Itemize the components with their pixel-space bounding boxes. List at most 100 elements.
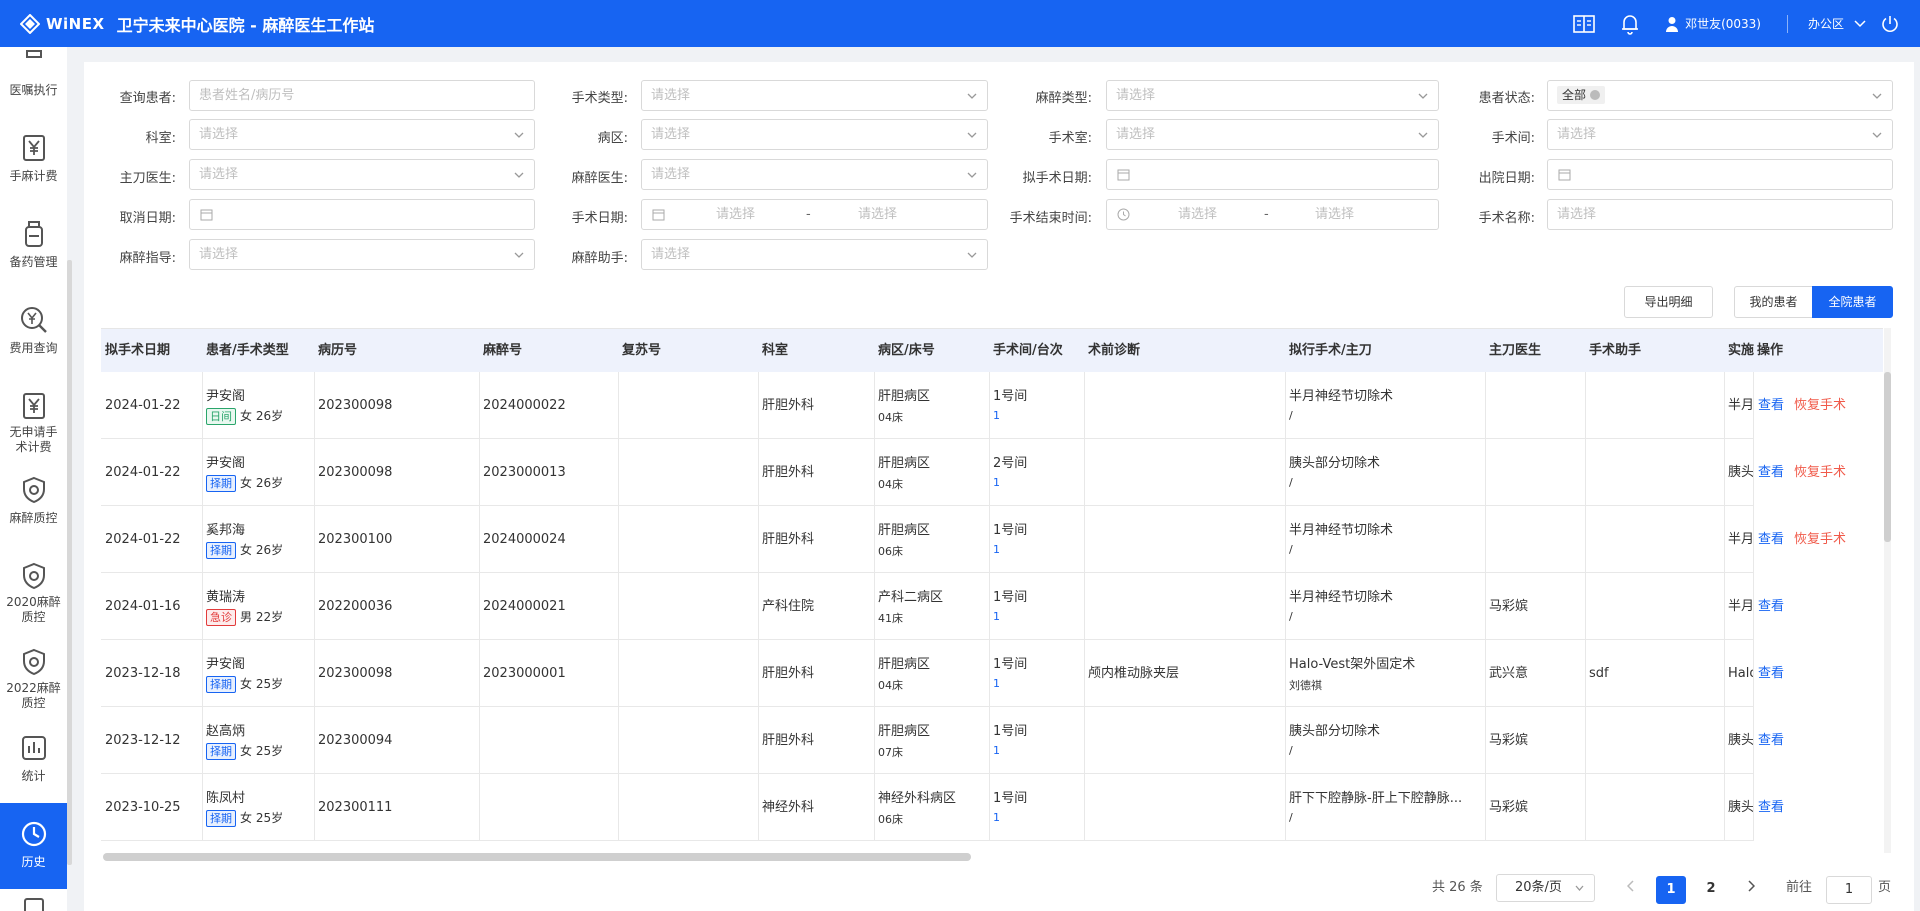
table-row[interactable]: 2024-01-22 尹安阁 日间女 26岁 202300098 2024000022 肝… — [101, 372, 1883, 439]
surgery-end-time-range[interactable]: 请选择 - 请选择 — [1106, 199, 1439, 230]
chevron-down-icon[interactable] — [1854, 19, 1866, 28]
ward: 肝胆病区 — [878, 657, 931, 672]
restore-surgery-link[interactable]: 恢复手术 — [1794, 465, 1846, 480]
anesthesia-guide-select[interactable]: 请选择 — [189, 239, 535, 270]
anesthesia-assistant-select[interactable]: 请选择 — [641, 239, 988, 270]
cancel-date-picker[interactable] — [189, 199, 535, 230]
cell-dept: 肝胆外科 — [758, 506, 874, 573]
export-button[interactable]: 导出明细 — [1624, 286, 1713, 318]
sidebar-item-anes-qc-2022[interactable]: 2022麻醉质控 — [0, 631, 67, 717]
all-patients-button[interactable]: 全院患者 — [1812, 286, 1893, 318]
next-page-button[interactable] — [1737, 876, 1765, 904]
office-selector[interactable]: 办公区 — [1808, 15, 1844, 32]
restore-surgery-link[interactable]: 恢复手术 — [1794, 532, 1846, 547]
table-vscroll-thumb[interactable] — [1884, 372, 1891, 542]
cell-patient: 奚邦海 择期女 26岁 — [202, 506, 314, 573]
sidebar-item-anes-qc[interactable]: 麻醉质控 — [0, 459, 67, 545]
view-link[interactable]: 查看 — [1758, 599, 1784, 614]
planned-date-picker[interactable] — [1106, 159, 1439, 190]
anesthesiologist-select[interactable]: 请选择 — [641, 159, 988, 190]
col-ward-bed[interactable]: 病区/床号 — [874, 329, 989, 372]
sidebar-item-fee-query[interactable]: 费用查询 — [0, 289, 67, 375]
query-patient-input[interactable]: 患者姓名/病历号 — [189, 80, 535, 111]
tag-close-icon[interactable] — [1590, 90, 1601, 100]
chief-surgeon-select[interactable]: 请选择 — [189, 159, 535, 190]
table-row[interactable]: 2023-12-18 尹安阁 择期女 25岁 202300098 2023000001 肝… — [101, 640, 1883, 707]
anesthesia-type-placeholder: 请选择 — [1116, 88, 1156, 103]
page-1-button[interactable]: 1 — [1656, 876, 1686, 904]
cell-anes: 2024000024 — [479, 506, 618, 573]
col-recovery-no[interactable]: 复苏号 — [618, 329, 758, 372]
range-end[interactable]: 请选择 — [858, 200, 897, 229]
my-patients-button[interactable]: 我的患者 — [1734, 286, 1813, 318]
table-row[interactable]: 2024-01-16 黄瑞涛 急诊男 22岁 202200036 2024000021 产… — [101, 573, 1883, 640]
chevron-down-icon — [1872, 93, 1882, 99]
book-icon[interactable] — [1573, 13, 1595, 35]
surgery-name-input[interactable]: 请选择 — [1547, 199, 1893, 230]
view-link[interactable]: 查看 — [1758, 532, 1784, 547]
page-size-value: 20条/页 — [1515, 880, 1562, 895]
col-patient-type[interactable]: 患者/手术类型 — [202, 329, 314, 372]
cell-operation: 肝下下腔静脉-肝上下腔静脉... / — [1285, 774, 1485, 841]
cell-date: 2024-01-22 — [101, 439, 202, 506]
view-link[interactable]: 查看 — [1758, 666, 1784, 681]
user-menu[interactable]: 邓世友(0033) — [1665, 15, 1761, 32]
table-row[interactable]: 2024-01-22 尹安阁 择期女 26岁 202300098 2023000013 肝… — [101, 439, 1883, 506]
table-row[interactable]: 2024-01-22 奚邦海 择期女 26岁 202300100 2024000024 肝… — [101, 506, 1883, 573]
anesthesia-type-select[interactable]: 请选择 — [1106, 80, 1439, 111]
range-start[interactable]: 请选择 — [716, 200, 755, 229]
col-department[interactable]: 科室 — [758, 329, 874, 372]
anesthesia-guide-placeholder: 请选择 — [199, 247, 239, 262]
page-2-button[interactable]: 2 — [1696, 876, 1726, 904]
view-link[interactable]: 查看 — [1758, 733, 1784, 748]
col-mrn[interactable]: 病历号 — [314, 329, 479, 372]
top-bar: WiNEX 卫宁未来中心医院 - 麻醉医生工作站 邓世友(0033) 办公区 — [0, 0, 1920, 47]
view-link[interactable]: 查看 — [1758, 465, 1784, 480]
discharge-date-picker[interactable] — [1547, 159, 1893, 190]
sidebar-item-medicine[interactable]: 备药管理 — [0, 203, 67, 289]
ward-select[interactable]: 请选择 — [641, 119, 988, 150]
anesthesia-no: 2024000022 — [483, 398, 566, 413]
surgery-room-select[interactable]: 请选择 — [1547, 119, 1893, 150]
surgery-date-range[interactable]: 请选择 - 请选择 — [641, 199, 988, 230]
cell-patient: 黄瑞涛 急诊男 22岁 — [202, 573, 314, 640]
col-planned-date[interactable]: 拟手术日期 — [101, 329, 202, 372]
sidebar-item-order-exec[interactable]: 医嘱执行 — [0, 47, 67, 127]
col-surgeon[interactable]: 主刀医生 — [1485, 329, 1585, 372]
patient-status-select[interactable]: 全部 — [1547, 80, 1893, 111]
goto-page-input[interactable]: 1 — [1826, 876, 1872, 904]
range-start[interactable]: 请选择 — [1178, 200, 1217, 229]
col-room-seq[interactable]: 手术间/台次 — [989, 329, 1084, 372]
table-row[interactable]: 2023-12-12 赵高炳 择期女 25岁 202300094 肝胆外科 肝胆病区 07床… — [101, 707, 1883, 774]
sidebar-item-billing[interactable]: 手麻计费 — [0, 117, 67, 203]
table-row[interactable]: 2023-10-25 陈凤村 择期女 25岁 202300111 神经外科 神经外科病区 0… — [101, 774, 1883, 841]
user-name: 邓世友(0033) — [1685, 17, 1761, 31]
sidebar-scrollbar[interactable] — [67, 260, 72, 865]
col-anes-no[interactable]: 麻醉号 — [479, 329, 618, 372]
bell-icon[interactable] — [1619, 13, 1641, 35]
sidebar-item-anes-qc-2020[interactable]: 2020麻醉质控 — [0, 545, 67, 631]
sidebar-item-history[interactable]: 历史 — [0, 803, 67, 889]
prev-page-button[interactable] — [1617, 876, 1645, 904]
sidebar-item-label: 无申请手术计费 — [9, 425, 58, 454]
col-planned-op[interactable]: 拟行手术/主刀 — [1285, 329, 1485, 372]
department-select[interactable]: 请选择 — [189, 119, 535, 150]
sidebar-item-stats[interactable]: 统计 — [0, 717, 67, 803]
col-diagnosis[interactable]: 术前诊断 — [1084, 329, 1285, 372]
table-hscroll-thumb[interactable] — [103, 853, 971, 861]
operating-room-select[interactable]: 请选择 — [1106, 119, 1439, 150]
range-end[interactable]: 请选择 — [1315, 200, 1354, 229]
implementation: 胰头 — [1728, 800, 1755, 815]
page-size-select[interactable]: 20条/页 — [1496, 874, 1595, 902]
sidebar-item-more[interactable] — [0, 895, 67, 911]
department: 产科住院 — [762, 599, 815, 614]
col-assistant[interactable]: 手术助手 — [1585, 329, 1724, 372]
power-icon[interactable] — [1880, 14, 1900, 34]
cell-diagnosis: 颅内椎动脉夹层 — [1084, 640, 1285, 707]
surgery-type-select[interactable]: 请选择 — [641, 80, 988, 111]
planned-date: 2023-12-12 — [105, 733, 181, 748]
view-link[interactable]: 查看 — [1758, 398, 1784, 413]
view-link[interactable]: 查看 — [1758, 800, 1784, 815]
sidebar-item-label: 2020麻醉质控 — [6, 595, 61, 624]
restore-surgery-link[interactable]: 恢复手术 — [1794, 398, 1846, 413]
